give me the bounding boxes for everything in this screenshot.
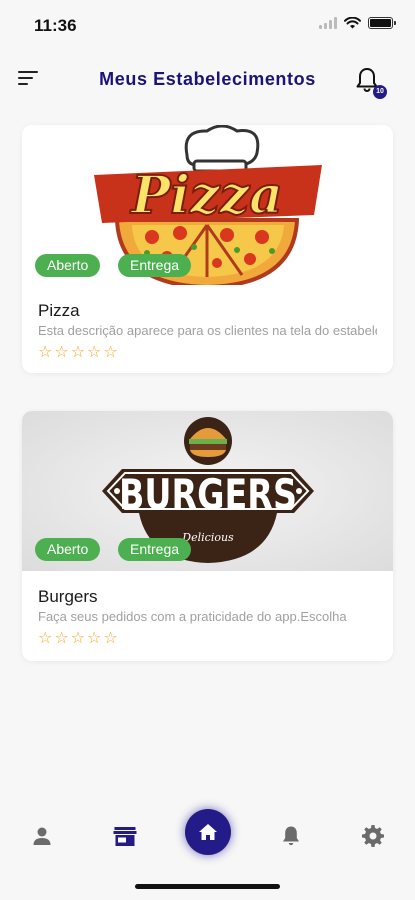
delivery-badge: Entrega xyxy=(118,254,192,277)
star-icon: ☆ xyxy=(38,630,53,647)
star-icon: ☆ xyxy=(70,344,86,361)
establishment-description: Faça seus pedidos com a praticidade do a… xyxy=(38,609,347,624)
signal-icon xyxy=(319,17,337,29)
pizza-logo-text: Pizza xyxy=(129,165,283,226)
star-rating: ☆ ☆ ☆ ☆ ☆ xyxy=(38,630,118,648)
gear-icon xyxy=(362,825,384,847)
home-icon xyxy=(199,824,217,840)
star-icon: ☆ xyxy=(87,344,102,361)
star-icon: ☆ xyxy=(38,344,53,361)
status-icons xyxy=(319,17,396,29)
person-icon xyxy=(33,827,51,845)
status-time: 11:36 xyxy=(34,16,77,35)
establishment-card-pizza[interactable]: Pizza Aberto Entrega Pizza Esta descriçã… xyxy=(22,125,393,373)
nav-notifications[interactable] xyxy=(277,822,305,850)
page-title: Meus Estabelecimentos xyxy=(99,69,316,89)
nav-home[interactable] xyxy=(185,809,231,855)
battery-icon xyxy=(368,17,396,29)
status-bar: 11:36 xyxy=(0,0,415,50)
establishment-name: Pizza xyxy=(38,301,80,320)
star-icon: ☆ xyxy=(54,344,69,361)
notifications-button[interactable]: 10 xyxy=(355,67,387,99)
star-icon: ☆ xyxy=(103,344,118,361)
establishment-description: Esta descrição aparece para os clientes … xyxy=(38,323,377,338)
home-indicator xyxy=(135,884,280,889)
app-header: Meus Estabelecimentos 10 xyxy=(0,55,415,107)
nav-establishments[interactable] xyxy=(111,822,139,850)
establishment-card-burgers[interactable]: BURGERS Delicious Aberto Entrega Burgers… xyxy=(22,411,393,661)
store-icon xyxy=(113,827,137,846)
star-icon: ☆ xyxy=(87,630,102,647)
status-badge-open: Aberto xyxy=(35,254,101,277)
nav-profile[interactable] xyxy=(28,822,56,850)
notification-badge: 10 xyxy=(373,85,387,99)
nav-settings[interactable] xyxy=(359,822,387,850)
star-rating: ☆ ☆ ☆ ☆ ☆ xyxy=(38,344,118,362)
delivery-badge: Entrega xyxy=(118,538,192,561)
bottom-navigation xyxy=(0,800,415,870)
bell-icon xyxy=(283,826,299,846)
star-icon: ☆ xyxy=(103,630,118,647)
star-icon: ☆ xyxy=(70,630,86,647)
wifi-icon xyxy=(344,17,361,29)
star-icon: ☆ xyxy=(54,630,69,647)
burgers-logo-text: BURGERS xyxy=(119,470,297,519)
burgers-logo-subtext: Delicious xyxy=(181,531,234,544)
status-badge-open: Aberto xyxy=(35,538,101,561)
establishment-name: Burgers xyxy=(38,587,98,606)
